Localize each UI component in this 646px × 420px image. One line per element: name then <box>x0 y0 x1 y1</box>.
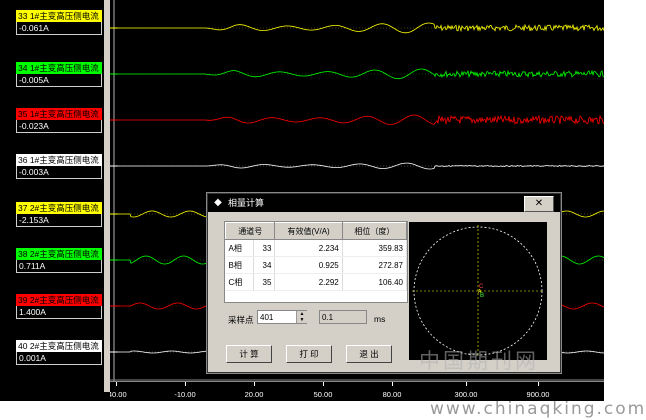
column-header: 通道号 <box>224 222 276 240</box>
time-tick-label: 80.00 <box>382 390 402 399</box>
channel-name: 33 1#主变高压侧电流 <box>16 10 102 22</box>
channel-cell[interactable]: 34 <box>253 256 276 274</box>
time-tick-mark <box>392 382 393 386</box>
time-tick-label: -10.00 <box>174 390 196 399</box>
channel-name: 36 1#主变高压侧电流 <box>16 154 102 166</box>
channel-label-panel: 33 1#主变高压侧电流 -0.061A 34 1#主变高压侧电流 -0.005A 35… <box>0 0 104 392</box>
channel-value: -0.003A <box>16 166 102 179</box>
table-row[interactable]: C相 35 2.292 106.40 <box>225 273 408 291</box>
rms-cell: 2.292 <box>274 273 343 291</box>
table-row[interactable]: A相 33 2.234 359.83 <box>225 239 408 257</box>
channel-label[interactable]: 40 2#主变高压侧电流 0.001A <box>16 340 102 368</box>
channel-value: -0.005A <box>16 74 102 87</box>
dialog-titlebar[interactable]: ◆ 相量计算 ✕ <box>208 194 560 212</box>
rms-cell: 0.925 <box>274 256 343 274</box>
channel-value: 0.001A <box>16 352 102 365</box>
channel-name: 34 1#主变高压侧电流 <box>16 62 102 74</box>
channel-label[interactable]: 39 2#主变高压侧电流 1.400A <box>16 294 102 322</box>
sample-point-label: 采样点 <box>228 315 254 325</box>
time-tick-label: 300.00 <box>454 390 478 399</box>
phasor-diagram: C B A <box>409 222 547 360</box>
channel-name: 35 1#主变高压侧电流 <box>16 108 102 120</box>
print-button[interactable]: 打 印 <box>286 345 332 363</box>
channel-label[interactable]: 38 2#主变高压侧电流 0.711A <box>16 248 102 276</box>
app-icon: ◆ <box>214 197 222 208</box>
channel-name: 38 2#主变高压侧电流 <box>16 248 102 260</box>
channel-cell[interactable]: 35 <box>253 273 276 291</box>
channel-value: 1.400A <box>16 306 102 319</box>
channel-value: -0.061A <box>16 22 102 35</box>
rms-cell: 2.234 <box>274 239 343 257</box>
table-header-row: 通道号 有效值(V/A) 相位（度） <box>224 222 408 240</box>
waveform-viewer: 33 1#主变高压侧电流 -0.061A 34 1#主变高压侧电流 -0.005A 35… <box>0 0 604 401</box>
channel-cell[interactable]: 33 <box>253 239 276 257</box>
channel-value: -2.153A <box>16 214 102 227</box>
exit-button[interactable]: 退 出 <box>346 345 392 363</box>
time-tick-mark <box>185 382 186 386</box>
channel-label[interactable]: 37 2#主变高压侧电流 -2.153A <box>16 202 102 230</box>
time-unit-label: ms <box>374 314 386 324</box>
calculate-button[interactable]: 计 算 <box>226 345 272 363</box>
channel-name: 40 2#主变高压侧电流 <box>16 340 102 352</box>
phase-cell: C相 <box>225 273 254 291</box>
angle-cell: 106.40 <box>342 273 408 291</box>
channel-label[interactable]: 36 1#主变高压侧电流 -0.003A <box>16 154 102 182</box>
watermark-url: www.chinaqking.com <box>430 399 646 419</box>
time-tick-mark <box>254 382 255 386</box>
close-button[interactable]: ✕ <box>524 196 554 212</box>
time-tick-mark <box>538 382 539 386</box>
watermark-logo: 中国期刊网 <box>419 349 539 373</box>
channel-label[interactable]: 33 1#主变高压侧电流 -0.061A <box>16 10 102 38</box>
time-tick-mark <box>466 382 467 386</box>
channel-label[interactable]: 35 1#主变高压侧电流 -0.023A <box>16 108 102 136</box>
channel-label[interactable]: 34 1#主变高压侧电流 -0.005A <box>16 62 102 90</box>
time-tick-label: 50.00 <box>313 390 333 399</box>
column-header: 有效值(V/A) <box>274 222 343 240</box>
time-tick-mark <box>116 382 117 386</box>
time-tick-mark <box>323 382 324 386</box>
angle-cell: 272.87 <box>342 256 408 274</box>
channel-name: 37 2#主变高压侧电流 <box>16 202 102 214</box>
channel-value: -0.023A <box>16 120 102 133</box>
time-tick-label: 20.00 <box>244 390 264 399</box>
phase-cell: B相 <box>225 256 254 274</box>
time-axis: -40.00 -10.00 20.00 50.00 80.00 300.00 900.00 <box>105 381 604 401</box>
column-header: 相位（度） <box>341 222 408 240</box>
phase-cell: A相 <box>225 239 254 257</box>
sample-point-stepper[interactable]: ▲ ▼ <box>296 311 307 323</box>
time-tick-label: 900.00 <box>526 390 550 399</box>
angle-cell: 359.83 <box>342 239 408 257</box>
channel-name: 39 2#主变高压侧电流 <box>16 294 102 306</box>
dialog-title: 相量计算 <box>228 198 265 208</box>
table-row[interactable]: B相 34 0.925 272.87 <box>225 256 408 274</box>
scroll-area[interactable] <box>0 392 110 401</box>
time-offset-field: 0.1 <box>319 310 367 324</box>
phasor-table-panel: 通道号 有效值(V/A) 相位（度） A相 33 2.234 359.83 B相… <box>224 221 408 303</box>
phasor-table: 通道号 有效值(V/A) 相位（度） A相 33 2.234 359.83 B相… <box>224 222 408 291</box>
channel-value: 0.711A <box>16 260 102 273</box>
